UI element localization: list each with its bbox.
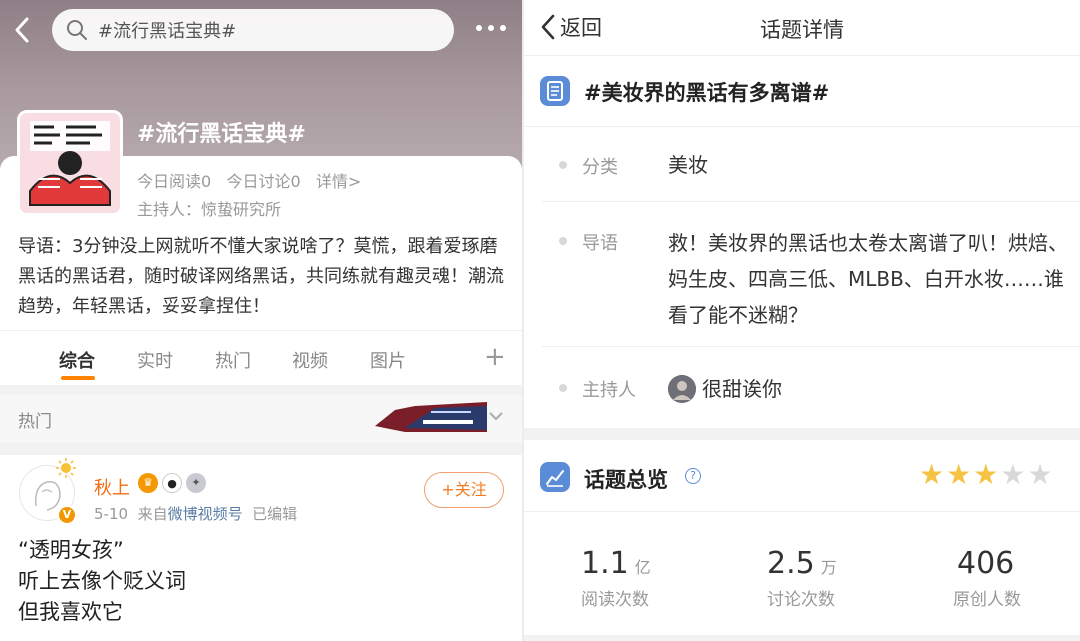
tab-hot[interactable]: 热门 — [215, 347, 251, 373]
nav-bar: 返回 话题详情 — [524, 0, 1080, 56]
bullet-dot — [559, 161, 567, 169]
post-meta: 5-10 来自微博视频号 已编辑 — [94, 503, 297, 524]
bullet-dot — [559, 384, 567, 392]
active-tab-indicator — [61, 376, 95, 380]
host-name[interactable]: 很甜诶你 — [702, 372, 1080, 406]
section-gap — [0, 385, 522, 395]
rating-stars: ★ ★ ★ ★ ★ — [919, 460, 1053, 490]
star-filled-icon: ★ — [919, 458, 945, 491]
tab-realtime[interactable]: 实时 — [137, 347, 173, 373]
topic-details-page: 返回 话题详情 #美妆界的黑话有多离谱# 分类 美妆 导语 救！美妆界的黑话也太… — [524, 0, 1080, 641]
chevron-down-icon[interactable] — [488, 407, 504, 428]
page-title: 话题详情 — [760, 18, 844, 42]
user-badges: ♛ ● ✦ — [138, 473, 206, 493]
overview-title: 话题总览 — [584, 468, 668, 492]
tab-comprehensive[interactable]: 综合 — [59, 347, 95, 373]
more-options-icon[interactable] — [474, 16, 508, 40]
stat-value: 406 — [957, 546, 1015, 581]
post-username[interactable]: 秋上 — [94, 474, 130, 500]
star-empty-icon: ★ — [1027, 458, 1053, 491]
today-discuss-count: 今日讨论0 — [226, 172, 301, 191]
post-date: 5-10 — [94, 505, 129, 523]
promo-banner-image[interactable] — [375, 400, 487, 434]
follow-button[interactable]: +关注 — [424, 472, 504, 508]
category-row: 分类 美妆 — [542, 128, 1080, 202]
guide-row: 导语 救！美妆界的黑话也太卷太离谱了叭！烘焙、妈生皮、四高三低、MLBB、白开水… — [542, 203, 1080, 347]
sun-icon — [56, 458, 76, 478]
section-gap — [524, 635, 1080, 641]
stat-value: 1.1 — [581, 546, 629, 581]
search-icon — [67, 20, 87, 40]
stat-unit: 亿 — [634, 558, 651, 577]
add-tab-icon[interactable]: + — [484, 344, 506, 370]
topic-intro: 导语：3分钟没上网就听不懂大家说啥了？莫慌，跟着爱琢磨黑话的黑话君，随时破译网络… — [18, 236, 504, 317]
topic-host[interactable]: 主持人：惊蛰研究所 — [137, 196, 281, 220]
stat-label: 原创人数 — [953, 590, 1021, 610]
stat-reads: 1.1 亿 阅读次数 — [581, 546, 761, 610]
section-gap — [0, 443, 522, 455]
topic-page-left: #流行黑话宝典# #流行黑话宝典# 今日阅读0 今日讨论0 详情> 主持人：惊蛰… — [0, 0, 522, 641]
help-icon[interactable]: ? — [685, 468, 701, 484]
category-key: 分类 — [582, 157, 618, 178]
topic-name: #美妆界的黑话有多离谱# — [584, 81, 830, 105]
hot-section-header[interactable]: 热门 — [0, 395, 522, 443]
verified-badge-icon: V — [57, 505, 77, 525]
edited-tag: 已编辑 — [252, 505, 298, 523]
document-icon — [540, 76, 570, 106]
topic-title: #流行黑话宝典# — [137, 122, 306, 147]
post-line: 但我喜欢它 — [18, 600, 123, 624]
tab-images[interactable]: 图片 — [370, 347, 406, 373]
tab-video[interactable]: 视频 — [292, 347, 328, 373]
post-content[interactable]: “透明女孩” 听上去像个贬义词 但我喜欢它 — [18, 535, 186, 628]
post-line: “透明女孩” — [18, 538, 124, 562]
today-read-count: 今日阅读0 — [137, 172, 212, 191]
stat-value: 2.5 — [767, 546, 815, 581]
stat-label: 讨论次数 — [767, 590, 835, 610]
bullet-dot — [559, 237, 567, 245]
chart-icon — [540, 462, 570, 492]
topic-stats: 今日阅读0 今日讨论0 详情> — [137, 168, 361, 192]
post-line: 听上去像个贬义词 — [18, 569, 186, 593]
star-filled-icon: ★ — [973, 458, 999, 491]
hot-label: 热门 — [18, 412, 52, 432]
post-source-link[interactable]: 微博视频号 — [168, 505, 243, 523]
host-key: 主持人 — [582, 380, 636, 401]
stat-label: 阅读次数 — [581, 590, 649, 610]
overview-header: 话题总览 ? ★ ★ ★ ★ ★ — [524, 440, 1080, 512]
search-query-text: #流行黑话宝典# — [98, 21, 237, 42]
topic-name-row: #美妆界的黑话有多离谱# — [524, 57, 1080, 127]
stat-unit: 万 — [820, 558, 837, 577]
panda-badge-icon[interactable]: ● — [162, 473, 182, 493]
star-filled-icon: ★ — [946, 458, 972, 491]
back-arrow-icon[interactable] — [14, 16, 40, 46]
host-avatar[interactable] — [668, 375, 696, 403]
category-value: 美妆 — [668, 153, 708, 177]
section-gap — [524, 428, 1080, 440]
details-link[interactable]: 详情> — [316, 172, 361, 191]
stat-discussions: 2.5 万 讨论次数 — [767, 546, 947, 610]
search-bar[interactable]: #流行黑话宝典# — [52, 9, 454, 51]
medal-badge-icon[interactable]: ✦ — [186, 473, 206, 493]
post-source-prefix: 来自 — [137, 505, 168, 523]
stat-original-authors: 406 原创人数 — [953, 546, 1080, 610]
star-empty-icon: ★ — [1000, 458, 1026, 491]
crown-badge-icon[interactable]: ♛ — [138, 473, 158, 493]
guide-value: 救！美妆界的黑话也太卷太离谱了叭！烘焙、妈生皮、四高三低、MLBB、白开水妆……… — [668, 231, 1068, 327]
host-row: 主持人 很甜诶你 — [542, 348, 1080, 428]
guide-key: 导语 — [582, 233, 618, 254]
topic-cover-image[interactable] — [17, 110, 123, 216]
